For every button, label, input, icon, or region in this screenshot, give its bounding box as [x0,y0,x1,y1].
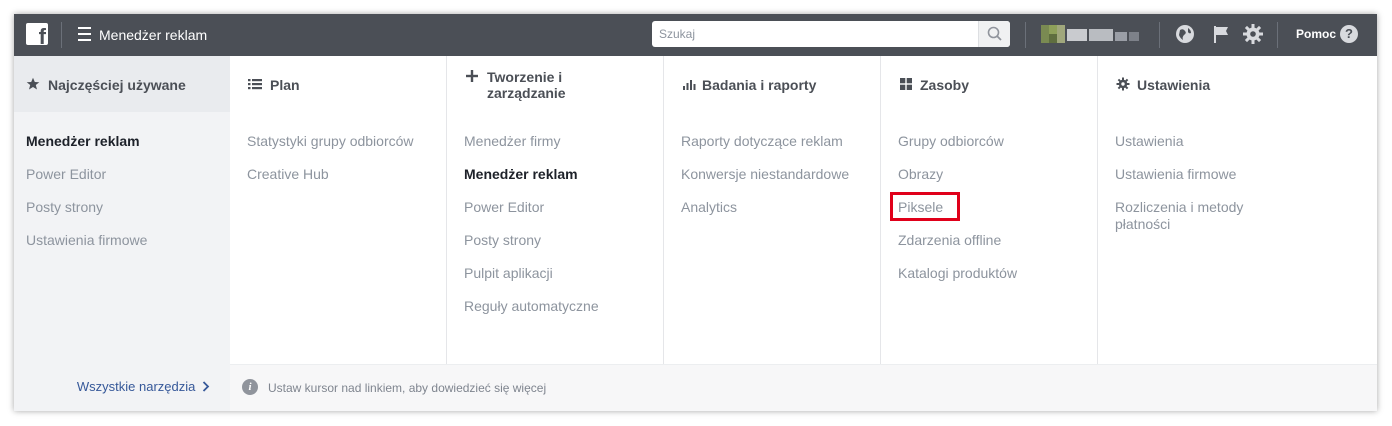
menu-column-assets: Zasoby Grupy odbiorców Obrazy Piksele Zd… [880,56,1097,364]
menu-item-power-editor[interactable]: Power Editor [26,166,242,183]
menu-column-measure-report: Badania i raporty Raporty dotyczące rekl… [663,56,880,364]
menu-item-audience-insights[interactable]: Statystyki grupy odbiorców [247,133,464,150]
menu-list: Statystyki grupy odbiorców Creative Hub [247,133,464,199]
list-icon [248,79,262,90]
menu-item-audiences[interactable]: Grupy odbiorców [898,133,1114,150]
menu-item-business-settings[interactable]: Ustawienia firmowe [1115,166,1392,183]
grid-icon [900,78,912,90]
menu-item-power-editor[interactable]: Power Editor [464,199,680,216]
menu-column-frequently-used: Najczęściej używane Menedżer reklam Powe… [14,56,230,364]
menu-item-page-posts[interactable]: Posty strony [26,199,242,216]
menu-item-automated-rules[interactable]: Reguły automatyczne [464,298,680,315]
menu-item-product-catalogs[interactable]: Katalogi produktów [898,265,1114,282]
divider [61,22,62,48]
gear-icon[interactable] [1242,23,1264,45]
divider [1159,22,1160,48]
account-avatar[interactable] [1041,23,1141,45]
footer-hint-text: Ustaw kursor nad linkiem, aby dowiedzieć… [268,381,547,395]
divider [1277,22,1278,48]
gear-icon [1116,77,1130,91]
column-title: Zasoby [920,77,970,93]
menu-item-settings[interactable]: Ustawienia [1115,133,1392,150]
app-title[interactable]: Menedżer reklam [99,27,207,43]
divider [1025,22,1026,48]
menu-item-ads-manager[interactable]: Menedżer reklam [26,133,242,150]
column-title: Tworzenie i zarządzanie [487,69,566,101]
column-title: Plan [270,77,300,93]
facebook-logo-icon[interactable]: f [26,23,48,48]
plus-icon [466,70,478,82]
column-header: Zasoby [881,56,1097,112]
menu-item-billing-payment-methods[interactable]: Rozliczenia i metody płatności [1115,199,1285,233]
menu-list: Raporty dotyczące reklam Konwersje niest… [681,133,897,232]
bar-chart-icon [683,80,696,90]
menu-item-images[interactable]: Obrazy [898,166,1114,183]
menu-item-custom-conversions[interactable]: Konwersje niestandardowe [681,166,897,183]
column-header: Badania i raporty [664,56,880,112]
globe-icon[interactable] [1174,23,1196,45]
hamburger-icon[interactable] [78,27,91,41]
menu-item-ads-manager[interactable]: Menedżer reklam [464,166,680,183]
menu-item-business-manager[interactable]: Menedżer firmy [464,133,680,150]
menu-column-settings: Ustawienia Ustawienia Ustawienia firmowe… [1097,56,1377,364]
menu-item-app-dashboard[interactable]: Pulpit aplikacji [464,265,680,282]
menu-item-ads-reporting[interactable]: Raporty dotyczące reklam [681,133,897,150]
column-header: Plan [230,56,447,112]
menu-column-plan: Plan Statystyki grupy odbiorców Creative… [230,56,447,364]
top-navigation-bar: f Menedżer reklam Szukaj Pomoc ? [14,14,1377,56]
column-header: Najczęściej używane [14,56,230,112]
menu-item-analytics[interactable]: Analytics [681,199,897,216]
flag-icon[interactable] [1210,23,1232,45]
search-icon [987,26,1002,41]
column-title: Badania i raporty [702,77,817,93]
help-icon[interactable]: ? [1340,25,1358,43]
column-header: Ustawienia [1098,56,1377,112]
menu-list: Menedżer firmy Menedżer reklam Power Edi… [464,133,680,331]
chevron-right-icon [202,381,210,392]
pixels-highlight-box [890,192,960,221]
info-icon: i [242,379,258,395]
menu-item-business-settings[interactable]: Ustawienia firmowe [26,232,242,249]
search-button[interactable] [978,21,1010,47]
all-tools-link[interactable]: Wszystkie narzędzia [77,379,210,394]
menu-item-page-posts[interactable]: Posty strony [464,232,680,249]
column-title: Ustawienia [1137,77,1211,93]
ads-manager-menu-window: f Menedżer reklam Szukaj Pomoc ? Najczęś… [14,14,1377,411]
menu-item-creative-hub[interactable]: Creative Hub [247,166,464,183]
search-box [652,21,1010,47]
column-header: Tworzenie i zarządzanie [447,56,663,112]
star-icon [26,77,40,90]
menu-item-offline-events[interactable]: Zdarzenia offline [898,232,1114,249]
help-link[interactable]: Pomoc [1296,27,1336,41]
footer-left: Wszystkie narzędzia [14,364,230,411]
menu-list: Ustawienia Ustawienia firmowe Rozliczeni… [1115,133,1392,249]
footer-hint-bar: i Ustaw kursor nad linkiem, aby dowiedzi… [230,364,1377,411]
all-tools-label: Wszystkie narzędzia [76,379,196,394]
column-title: Najczęściej używane [48,77,186,93]
menu-list: Menedżer reklam Power Editor Posty stron… [26,133,242,265]
search-input[interactable] [652,21,972,47]
menu-column-create-manage: Tworzenie i zarządzanie Menedżer firmy M… [446,56,663,364]
